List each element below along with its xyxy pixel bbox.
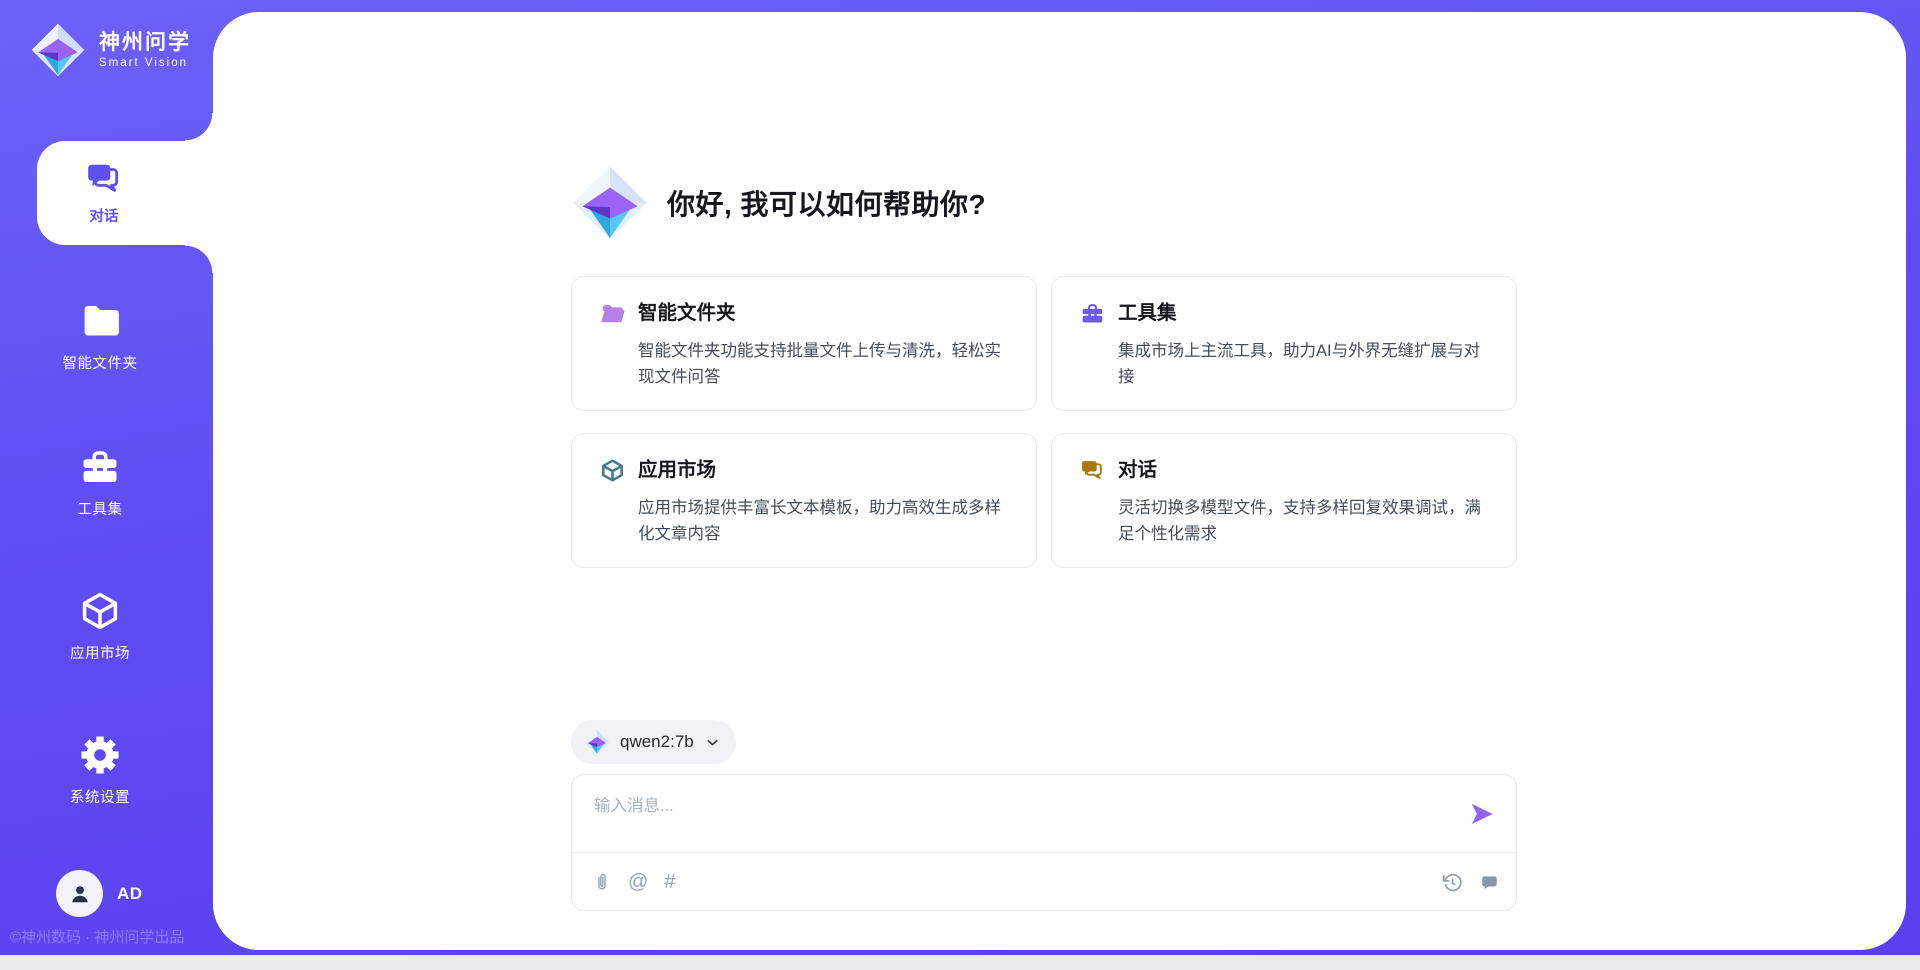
- sidebar-item-toolset[interactable]: 工具集: [0, 446, 200, 519]
- tab-curve-top: [185, 113, 213, 141]
- gear-icon: [79, 734, 121, 776]
- history-icon: [1442, 872, 1463, 893]
- attachment-icon: [592, 872, 612, 892]
- send-button[interactable]: [1466, 799, 1498, 831]
- history-button[interactable]: [1442, 872, 1463, 893]
- hash-button[interactable]: #: [664, 872, 675, 892]
- card-toolset[interactable]: 工具集 集成市场上主流工具，助力AI与外界无缝扩展与对接: [1051, 276, 1517, 411]
- card-title: 对话: [1118, 458, 1157, 483]
- user-name: AD: [117, 884, 143, 904]
- bottom-strip: [0, 955, 1920, 970]
- mention-icon: @: [628, 872, 648, 892]
- card-app-market[interactable]: 应用市场 应用市场提供丰富长文本模板，助力高效生成多样化文章内容: [571, 433, 1037, 568]
- hash-icon: #: [664, 872, 675, 892]
- brand-diamond-icon: [30, 22, 86, 78]
- greeting-logo-icon: [571, 164, 649, 242]
- card-chat[interactable]: 对话 灵活切换多模型文件，支持多样回复效果调试，满足个性化需求: [1051, 433, 1517, 568]
- card-title: 智能文件夹: [638, 301, 736, 326]
- mention-button[interactable]: @: [628, 872, 648, 892]
- greeting: 你好, 我可以如何帮助你?: [571, 164, 1517, 242]
- tab-curve-bottom: [185, 245, 213, 273]
- chevron-down-icon: [704, 734, 721, 751]
- briefcase-icon: [1080, 301, 1105, 326]
- message-button[interactable]: [1479, 872, 1500, 893]
- sidebar-item-label: 应用市场: [70, 642, 130, 663]
- chat-icon: [85, 160, 123, 198]
- attachment-button[interactable]: [592, 872, 612, 892]
- message-input[interactable]: [592, 790, 1432, 844]
- card-description: 智能文件夹功能支持批量文件上传与清洗，轻松实现文件问答: [638, 338, 1008, 390]
- cube-icon: [600, 458, 625, 483]
- sidebar-item-label: 工具集: [78, 498, 123, 519]
- card-title: 应用市场: [638, 458, 716, 483]
- chat-icon: [1080, 458, 1105, 483]
- brand-subtitle: Smart Vision: [99, 57, 191, 69]
- avatar: [56, 870, 103, 917]
- card-smart-folders[interactable]: 智能文件夹 智能文件夹功能支持批量文件上传与清洗，轻松实现文件问答: [571, 276, 1037, 411]
- model-selector-row: qwen2:7b: [571, 720, 1517, 764]
- cube-icon: [79, 590, 121, 632]
- model-name: qwen2:7b: [620, 732, 694, 752]
- composer: @ #: [571, 774, 1517, 911]
- page-title: 你好, 我可以如何帮助你?: [667, 183, 986, 223]
- sidebar-item-label: 智能文件夹: [63, 352, 138, 373]
- card-title: 工具集: [1118, 301, 1177, 326]
- copyright-footer: ©神州数码 · 神州问学出品: [10, 926, 184, 947]
- send-icon: [1468, 800, 1496, 828]
- main-panel: 你好, 我可以如何帮助你? 智能文件夹 智能文件夹功能支持批量文件上传与清洗，轻…: [213, 12, 1906, 950]
- brand-text: 神州问学 Smart Vision: [99, 31, 191, 69]
- app-window: 神州问学 Smart Vision 对话 智能文件夹 工具集: [0, 0, 1920, 970]
- user-profile[interactable]: AD: [56, 870, 143, 917]
- card-description: 集成市场上主流工具，助力AI与外界无缝扩展与对接: [1118, 338, 1488, 390]
- sidebar-item-chat[interactable]: 对话: [37, 141, 233, 245]
- main-content: 你好, 我可以如何帮助你? 智能文件夹 智能文件夹功能支持批量文件上传与清洗，轻…: [571, 12, 1517, 911]
- brand-diamond-icon: [584, 729, 610, 755]
- sidebar-item-label: 系统设置: [70, 786, 130, 807]
- person-icon: [67, 881, 93, 907]
- brand-name: 神州问学: [99, 31, 191, 54]
- sidebar-item-label: 对话: [90, 205, 119, 226]
- composer-toolbar: @ #: [592, 853, 1500, 911]
- feature-cards: 智能文件夹 智能文件夹功能支持批量文件上传与清洗，轻松实现文件问答 工具: [571, 276, 1517, 568]
- toolbox-icon: [79, 446, 121, 488]
- folder-icon: [79, 300, 121, 342]
- folder-open-icon: [600, 301, 625, 326]
- brand: 神州问学 Smart Vision: [30, 22, 191, 78]
- card-description: 灵活切换多模型文件，支持多样回复效果调试，满足个性化需求: [1118, 495, 1488, 547]
- sidebar-item-smart-folders[interactable]: 智能文件夹: [0, 300, 200, 373]
- sidebar-item-settings[interactable]: 系统设置: [0, 734, 200, 807]
- sidebar-item-app-market[interactable]: 应用市场: [0, 590, 200, 663]
- message-icon: [1479, 872, 1500, 893]
- model-selector[interactable]: qwen2:7b: [571, 720, 736, 764]
- card-description: 应用市场提供丰富长文本模板，助力高效生成多样化文章内容: [638, 495, 1008, 547]
